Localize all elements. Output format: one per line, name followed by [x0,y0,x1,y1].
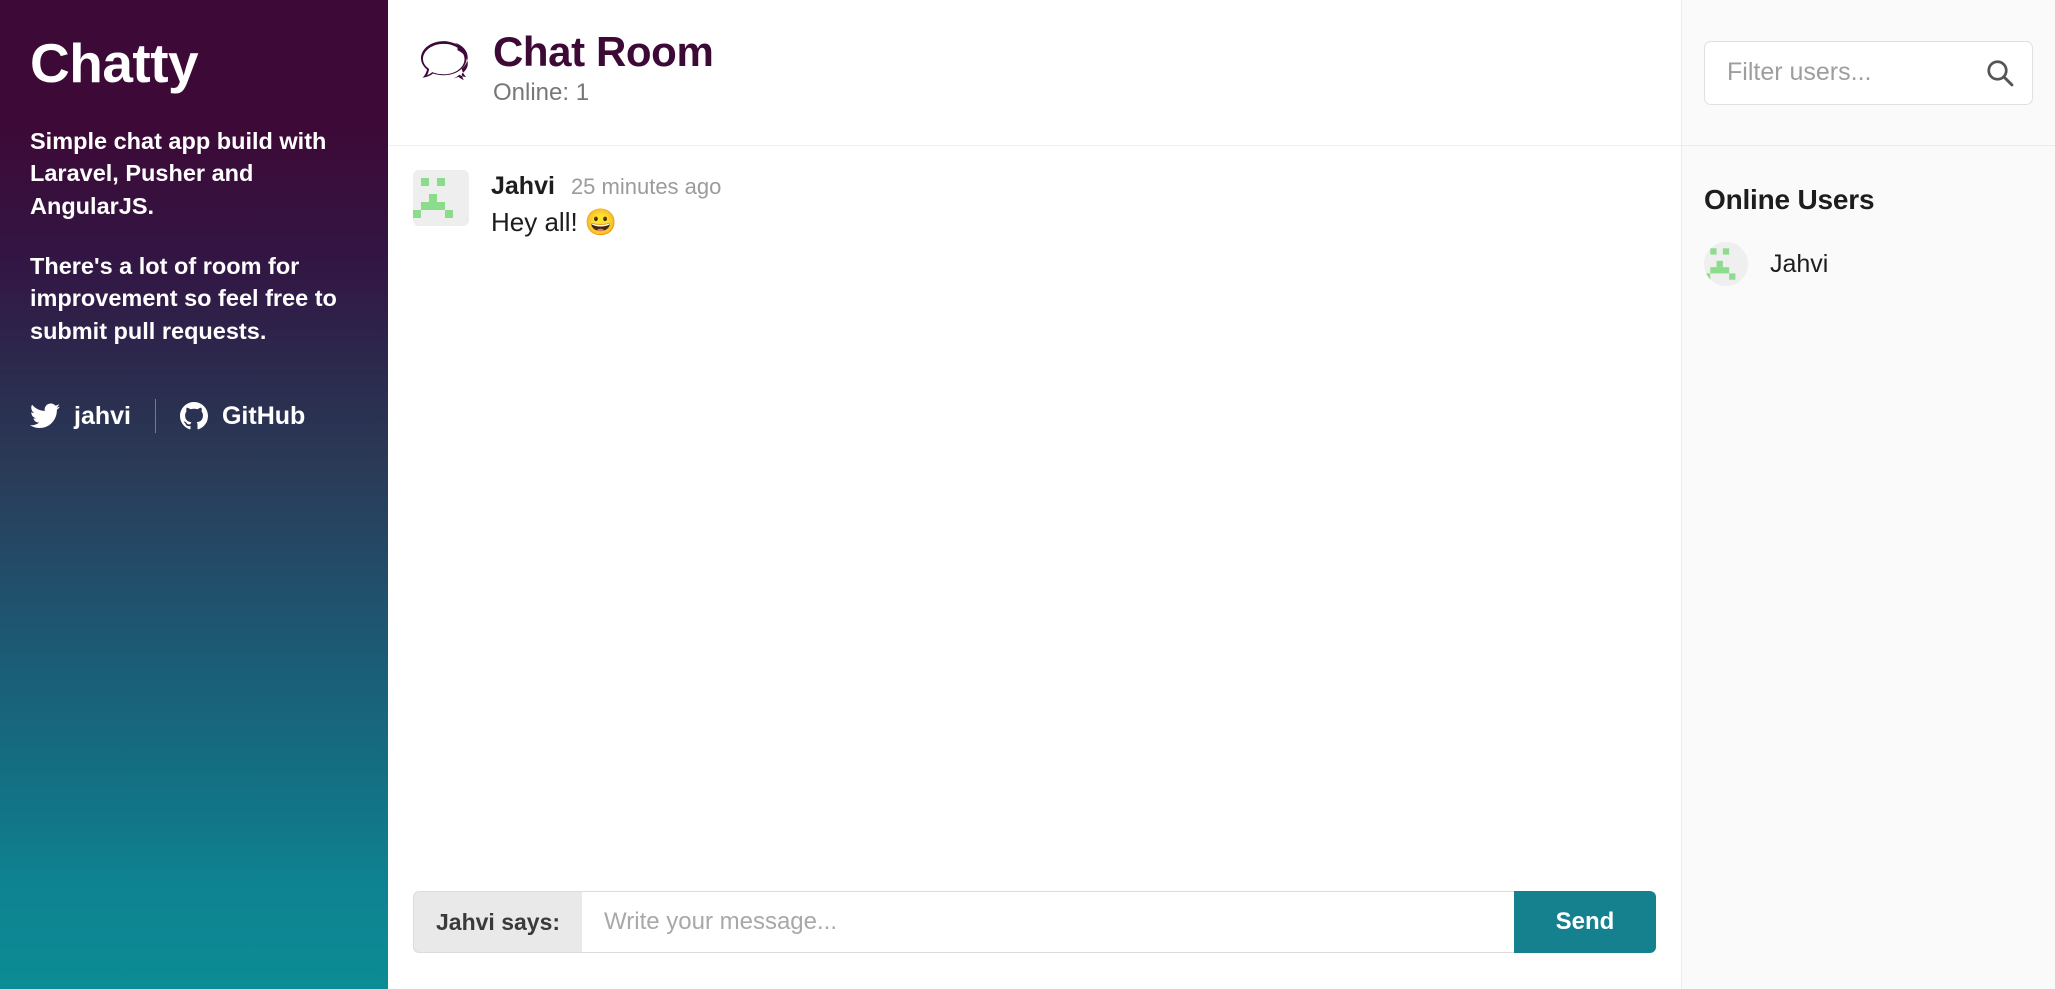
online-users-heading: Online Users [1704,184,1875,215]
message-meta: Jahvi 25 minutes ago [491,172,721,201]
online-users-list: Jahvi [1682,216,2055,306]
sidebar-description-2: There's a lot of room for improvement so… [30,253,337,344]
online-users-panel: Online Users Jahvi [1682,0,2055,989]
send-button[interactable]: Send [1514,891,1656,953]
page-title: Chat Room [493,28,714,75]
message-body: Jahvi 25 minutes ago Hey all! 😀 [491,170,721,239]
filter-users-input[interactable] [1704,40,2033,105]
twitter-label: jahvi [74,401,131,430]
twitter-icon [30,403,60,429]
brand-title: Chatty [30,32,199,94]
user-name: Jahvi [1770,249,1829,278]
message-text: Hey all! 😀 [491,207,618,237]
chat-header-text: Chat Room Online: 1 [493,28,714,107]
app-root: Chatty Simple chat app build with Larave… [0,0,2055,989]
github-label: GitHub [221,401,306,430]
social-divider [154,399,156,434]
chat-panel: Chat Room Online: 1 Jahvi 25 minutes ago… [388,0,1682,989]
speech-bubbles-icon [413,34,475,88]
chat-header: Chat Room Online: 1 [388,0,1681,146]
identicon-avatar [1704,242,1748,286]
github-link[interactable]: GitHub [179,401,329,431]
twitter-link[interactable]: jahvi [30,402,155,431]
composer-container: Jahvi says: Send [388,891,1681,989]
social-links: jahvi GitHub [30,399,358,434]
message-list[interactable]: Jahvi 25 minutes ago Hey all! 😀 [388,146,1681,891]
message-author: Jahvi [491,172,555,200]
message-timestamp: 25 minutes ago [570,174,722,199]
github-icon [179,402,208,430]
composer-prefix-label: Jahvi says: [413,891,583,953]
filter-zone [1682,0,2055,146]
message-item: Jahvi 25 minutes ago Hey all! 😀 [413,170,1656,239]
online-count: Online: 1 [493,79,590,107]
message-input[interactable] [582,891,1514,953]
message-composer: Jahvi says: Send [413,891,1656,953]
user-list-item[interactable]: Jahvi [1704,242,2033,286]
sidebar: Chatty Simple chat app build with Larave… [0,0,388,989]
sidebar-description-1: Simple chat app build with Laravel, Push… [30,127,327,219]
identicon-avatar [413,170,469,226]
filter-box [1704,40,2033,105]
